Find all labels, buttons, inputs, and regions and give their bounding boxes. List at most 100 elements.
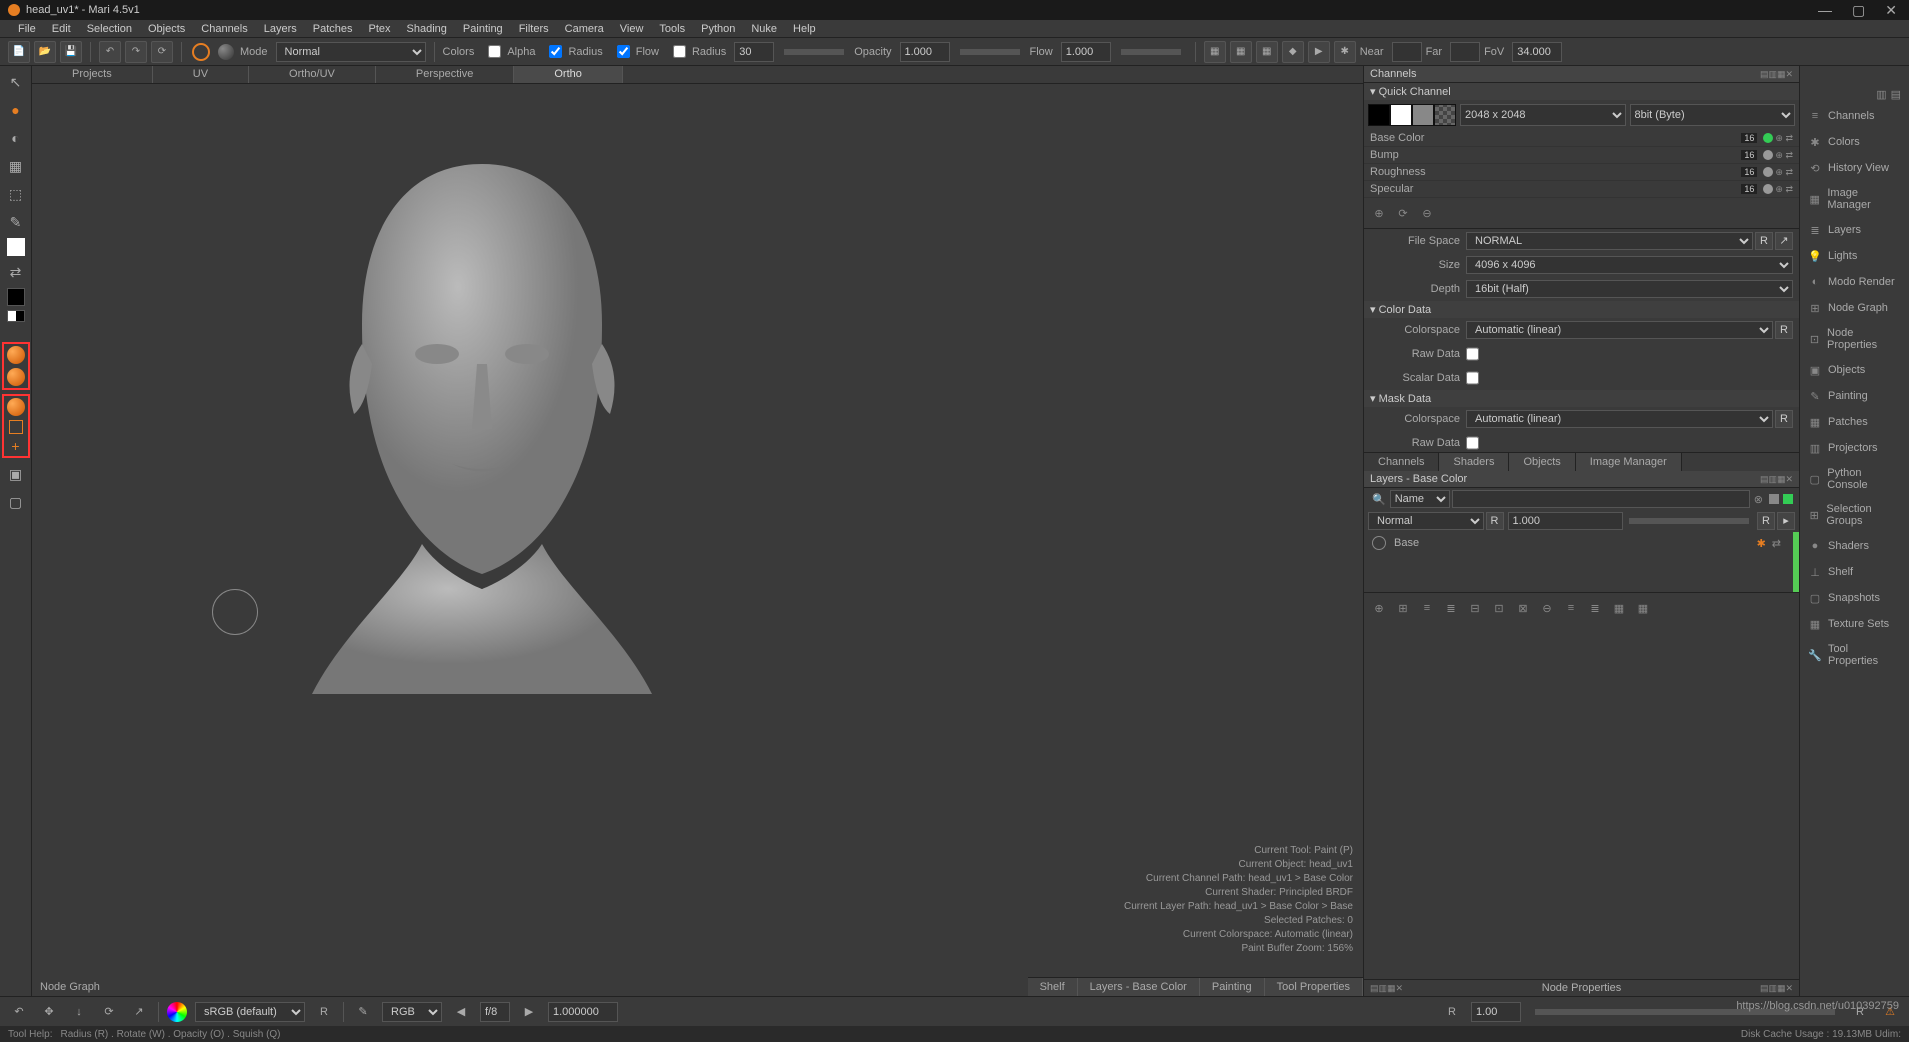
tab-painting[interactable]: Painting — [1200, 978, 1265, 996]
eyedropper-icon[interactable]: ✎ — [352, 1001, 374, 1023]
tab-tool-props[interactable]: Tool Properties — [1265, 978, 1363, 996]
sidebar-item-snapshots[interactable]: ▢Snapshots — [1800, 585, 1909, 611]
radius-checkbox[interactable] — [549, 45, 562, 58]
bitdepth-select[interactable]: 8bit (Byte) — [1630, 104, 1796, 126]
sidebar-item-image-manager[interactable]: ▦Image Manager — [1800, 181, 1909, 217]
action-icon[interactable]: ≣ — [1586, 599, 1604, 617]
flow-checkbox[interactable] — [617, 45, 630, 58]
swatch-checker[interactable] — [1434, 104, 1456, 126]
tab-channels[interactable]: Channels — [1364, 453, 1439, 471]
sidebar-item-projectors[interactable]: ▥Projectors — [1800, 435, 1909, 461]
tab-objects[interactable]: Objects — [1509, 453, 1575, 471]
swatch-white[interactable] — [1390, 104, 1412, 126]
sidebar-item-lights[interactable]: 💡Lights — [1800, 243, 1909, 269]
reset-button[interactable]: R — [1775, 410, 1793, 428]
sidebar-item-texture-sets[interactable]: ▦Texture Sets — [1800, 611, 1909, 637]
redo-button[interactable]: ↷ — [125, 41, 147, 63]
action-icon[interactable]: ≣ — [1442, 599, 1460, 617]
menu-view[interactable]: View — [612, 23, 652, 35]
tab-layers[interactable]: Layers - Base Color — [1078, 978, 1200, 996]
sidebar-item-layers[interactable]: ≣Layers — [1800, 217, 1909, 243]
play-button[interactable]: ▶ — [1308, 41, 1330, 63]
mask-raw-checkbox[interactable] — [1466, 434, 1479, 452]
radius-input[interactable] — [734, 42, 774, 62]
frame-tool-2[interactable]: ▢ — [4, 490, 28, 514]
nav-icon[interactable]: ↶ — [8, 1001, 30, 1023]
nav-icon[interactable]: ↗ — [128, 1001, 150, 1023]
action-icon[interactable]: ⊕ — [1370, 204, 1388, 222]
background-color-swatch[interactable] — [7, 288, 25, 306]
swatch-black[interactable] — [1368, 104, 1390, 126]
alpha-checkbox[interactable] — [488, 45, 501, 58]
reset-button[interactable]: R — [1486, 512, 1504, 530]
tab-ortho-uv[interactable]: Ortho/UV — [249, 66, 376, 83]
new-file-button[interactable]: 📄 — [8, 41, 30, 63]
sidebar-item-shelf[interactable]: ⊥Shelf — [1800, 559, 1909, 585]
select-tool[interactable]: ↖ — [4, 70, 28, 94]
frame-tool-1[interactable]: ▣ — [4, 462, 28, 486]
nav-icon[interactable]: ⟳ — [98, 1001, 120, 1023]
brush-hard-icon[interactable] — [192, 43, 210, 61]
search-type-select[interactable]: Name — [1390, 490, 1450, 508]
menu-camera[interactable]: Camera — [557, 23, 612, 35]
action-icon[interactable]: ⊡ — [1490, 599, 1508, 617]
arrow-button[interactable]: ↗ — [1775, 232, 1793, 250]
menu-edit[interactable]: Edit — [44, 23, 79, 35]
mask-colorspace-select[interactable]: Automatic (linear) — [1466, 410, 1773, 428]
next-icon[interactable]: ▶ — [518, 1001, 540, 1023]
sidebar-item-colors[interactable]: ✱Colors — [1800, 129, 1909, 155]
menu-help[interactable]: Help — [785, 23, 824, 35]
size-select[interactable]: 4096 x 4096 — [1466, 256, 1793, 274]
raw-data-checkbox[interactable] — [1466, 345, 1479, 363]
menu-shading[interactable]: Shading — [399, 23, 455, 35]
menu-patches[interactable]: Patches — [305, 23, 361, 35]
mode-select[interactable]: Normal — [276, 42, 426, 62]
menu-objects[interactable]: Objects — [140, 23, 193, 35]
toggle-icon[interactable]: ▥ — [1876, 88, 1886, 101]
flow-input[interactable] — [1061, 42, 1111, 62]
colorwheel-icon[interactable] — [167, 1002, 187, 1022]
patch-tool[interactable] — [9, 420, 23, 434]
reset-button[interactable]: R — [1441, 1001, 1463, 1023]
layer-opacity-input[interactable] — [1508, 512, 1624, 530]
opacity-slider[interactable] — [960, 49, 1020, 55]
grid-tool[interactable]: ▦ — [4, 154, 28, 178]
action-icon[interactable]: ⊞ — [1394, 599, 1412, 617]
swap-colors-icon[interactable]: ⇄ — [4, 260, 28, 284]
menu-filters[interactable]: Filters — [511, 23, 557, 35]
sidebar-item-patches[interactable]: ▦Patches — [1800, 409, 1909, 435]
opacity-input[interactable] — [900, 42, 950, 62]
close-button[interactable]: ✕ — [1885, 2, 1897, 19]
toggle-icon[interactable]: ▤ — [1891, 88, 1901, 101]
radius-slider[interactable] — [784, 49, 844, 55]
sidebar-item-painting[interactable]: ✎Painting — [1800, 383, 1909, 409]
sidebar-item-node-props[interactable]: ⊡Node Properties — [1800, 321, 1909, 357]
menu-tools[interactable]: Tools — [651, 23, 693, 35]
brush-soft-icon[interactable] — [218, 44, 234, 60]
menu-channels[interactable]: Channels — [193, 23, 255, 35]
maximize-button[interactable]: ▢ — [1852, 2, 1865, 19]
rgb-select[interactable]: RGB — [382, 1002, 442, 1022]
filter-dot[interactable] — [1783, 494, 1793, 504]
marquee-tool[interactable]: ⬚ — [4, 182, 28, 206]
sidebar-item-modo[interactable]: ◐Modo Render — [1800, 269, 1909, 295]
action-icon[interactable]: ⊕ — [1370, 599, 1388, 617]
clear-icon[interactable]: ⊗ — [1750, 493, 1767, 506]
shape-button[interactable]: ◆ — [1282, 41, 1304, 63]
swatch-gray[interactable] — [1412, 104, 1434, 126]
eyedropper-tool[interactable]: ✎ — [4, 210, 28, 234]
tab-uv[interactable]: UV — [153, 66, 249, 83]
nav-icon[interactable]: ↓ — [68, 1001, 90, 1023]
layer-row[interactable]: Base ✱ ⇄ — [1364, 532, 1789, 554]
colorspace-select[interactable]: sRGB (default) — [195, 1002, 305, 1022]
sidebar-item-shaders[interactable]: ●Shaders — [1800, 533, 1909, 559]
sidebar-item-node-graph[interactable]: ⊞Node Graph — [1800, 295, 1909, 321]
action-icon[interactable]: ⊠ — [1514, 599, 1532, 617]
reset-button[interactable]: R — [1775, 321, 1793, 339]
menu-painting[interactable]: Painting — [455, 23, 511, 35]
sidebar-item-objects[interactable]: ▣Objects — [1800, 357, 1909, 383]
foreground-color-swatch[interactable] — [7, 238, 25, 256]
grid-button[interactable]: ▦ — [1230, 41, 1252, 63]
flow-slider[interactable] — [1121, 49, 1181, 55]
depth-select[interactable]: 16bit (Half) — [1466, 280, 1793, 298]
